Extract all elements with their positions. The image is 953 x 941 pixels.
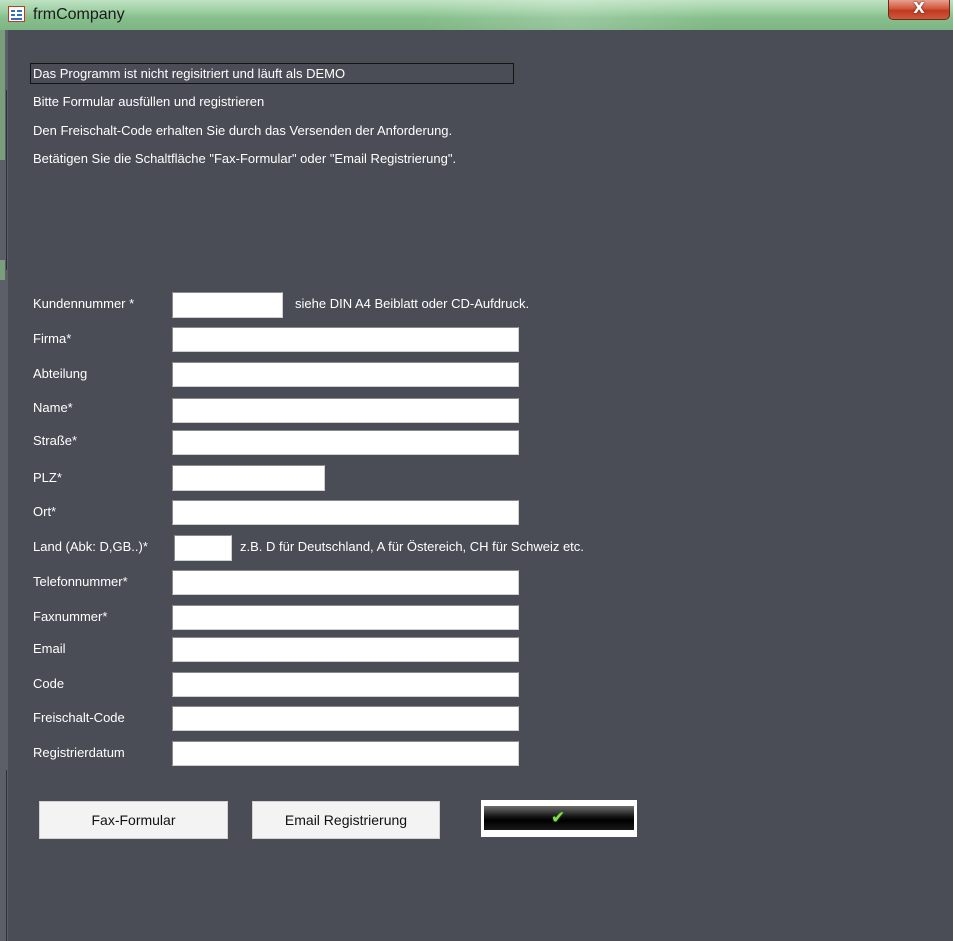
left-border-line: [6, 90, 7, 270]
window-title: frmCompany: [33, 6, 125, 23]
info-line-fill-form: Bitte Formular ausfüllen und registriere…: [33, 94, 265, 109]
customer-number-hint: siehe DIN A4 Beiblatt oder CD-Aufdruck.: [295, 296, 530, 311]
department-input[interactable]: [172, 362, 519, 387]
checkmark-icon: ✔: [551, 808, 566, 828]
fax-label: Faxnummer*: [33, 609, 108, 624]
close-icon: X: [913, 0, 925, 17]
fax-input[interactable]: [172, 605, 519, 630]
phone-input[interactable]: [172, 570, 519, 595]
form-icon[interactable]: [8, 6, 25, 22]
name-label: Name*: [33, 400, 73, 415]
customer-number-input[interactable]: [172, 292, 283, 318]
company-label: Firma*: [33, 331, 72, 346]
phone-label: Telefonnummer*: [33, 574, 128, 589]
left-border-line: [6, 770, 7, 941]
demo-notice: Das Programm ist nicht regisitriert und …: [33, 66, 346, 81]
postal-code-label: PLZ*: [33, 470, 62, 485]
title-bar: frmCompany X: [0, 0, 953, 31]
left-border-accent: [0, 30, 5, 160]
city-label: Ort*: [33, 504, 57, 519]
customer-number-label: Kundennummer *: [33, 296, 135, 311]
confirm-button[interactable]: ✔: [481, 800, 637, 837]
registration-date-input[interactable]: [172, 741, 519, 766]
left-border-accent: [0, 260, 5, 280]
info-line-buttons: Betätigen Sie die Schaltfläche "Fax-Form…: [33, 151, 457, 166]
street-label: Straße*: [33, 433, 78, 448]
close-button[interactable]: X: [888, 0, 950, 20]
email-label: Email: [33, 641, 66, 656]
country-label: Land (Abk: D,GB..)*: [33, 539, 148, 554]
country-input[interactable]: [174, 535, 232, 561]
company-input[interactable]: [172, 327, 519, 352]
email-input[interactable]: [172, 637, 519, 662]
postal-code-input[interactable]: [172, 465, 325, 491]
title-bar-sheen: [420, 0, 720, 30]
unlock-code-label: Freischalt-Code: [33, 710, 125, 725]
unlock-code-input[interactable]: [172, 706, 519, 731]
street-input[interactable]: [172, 430, 519, 455]
code-label: Code: [33, 676, 65, 691]
city-input[interactable]: [172, 500, 519, 525]
registration-date-label: Registrierdatum: [33, 745, 125, 760]
email-registration-button[interactable]: Email Registrierung: [252, 801, 440, 839]
code-input[interactable]: [172, 672, 519, 697]
department-label: Abteilung: [33, 366, 88, 381]
fax-form-button[interactable]: Fax-Formular: [39, 801, 228, 839]
left-border: [0, 30, 8, 941]
form-body: Das Programm ist nicht regisitriert und …: [8, 30, 953, 941]
country-hint: z.B. D für Deutschland, A für Östereich,…: [240, 539, 584, 554]
name-input[interactable]: [172, 398, 519, 423]
info-line-unlock-code: Den Freischalt-Code erhalten Sie durch d…: [33, 123, 453, 138]
